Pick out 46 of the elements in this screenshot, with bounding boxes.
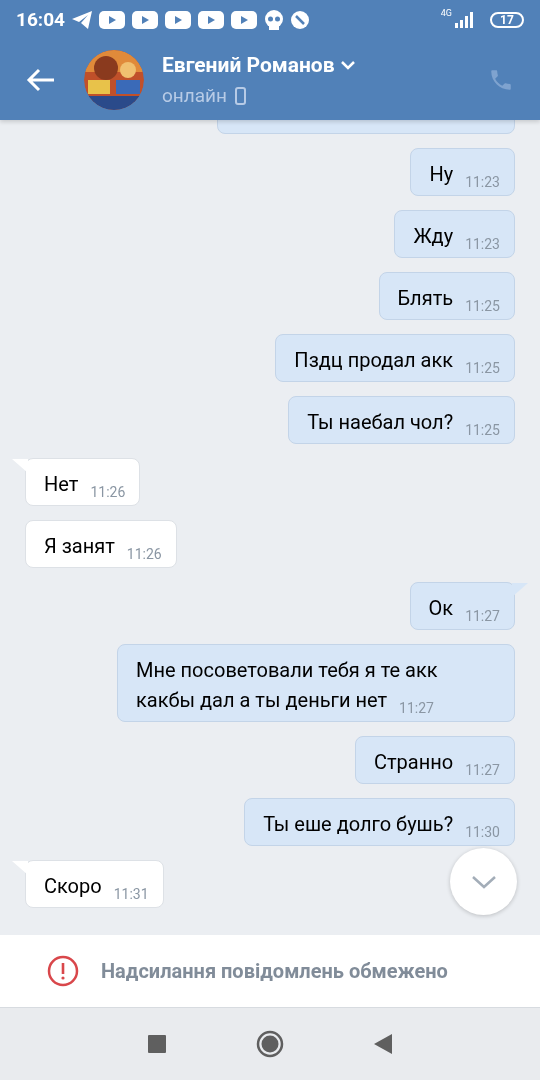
message-time: 11:25 (465, 299, 500, 313)
message-time: 11:25 (465, 361, 500, 375)
phone-icon (235, 86, 247, 105)
message-time: 11:26 (126, 547, 162, 561)
contact-name[interactable]: Евгений Романов (162, 50, 335, 82)
video-icon (131, 11, 158, 29)
home-icon[interactable] (256, 1030, 284, 1058)
online-status: онлайн (162, 82, 228, 109)
message-text: Мне посоветовали тебя я те акк какбы дал а ты деньги нет 11:27 (136, 657, 439, 715)
video-icon (230, 11, 257, 29)
message-text: Ты наебал чол? 11:25 (307, 409, 500, 437)
battery-indicator: 17 (490, 12, 524, 28)
message-time: 11:30 (465, 825, 500, 839)
message-text: Скоро 11:31 (44, 873, 149, 901)
message-time: 11:27 (465, 763, 500, 777)
video-icon (164, 11, 191, 29)
message-text: Пздц продал акк 11:25 (294, 347, 500, 375)
message-time: 11:27 (465, 609, 500, 623)
chevron-down-icon (470, 874, 497, 889)
message-time: 11:23 (465, 175, 500, 189)
video-icon (98, 11, 125, 29)
video-icon (197, 11, 224, 29)
signal-icon (453, 12, 475, 28)
back-triangle-icon[interactable] (374, 1034, 392, 1054)
network-type: 4G (440, 9, 452, 18)
message-text: Я занят 11:26 (44, 533, 162, 561)
message-text: Ок 11:27 (428, 595, 500, 623)
message-text: Блять 11:25 (397, 285, 500, 313)
paper-plane-icon (71, 11, 92, 29)
back-arrow-icon[interactable] (26, 68, 56, 92)
message-time: 11:27 (399, 701, 434, 715)
message-text: Ты еше долго бушь? 11:30 (263, 811, 500, 839)
message-time: 11:26 (90, 485, 126, 499)
message-text: Нет 11:26 (44, 471, 126, 499)
message-time: 11:31 (113, 887, 149, 901)
message-time: 11:25 (465, 423, 500, 437)
restriction-text: Надсилання повідомлень обмежено (101, 958, 448, 985)
blocked-icon (290, 11, 309, 29)
exclamation-icon (47, 955, 79, 987)
chevron-down-icon[interactable] (340, 61, 355, 71)
message-text: Жду 11:23 (413, 223, 500, 251)
message-time: 11:23 (465, 237, 500, 251)
message-text: Странно 11:27 (373, 749, 500, 777)
status-time: 16:04 (16, 6, 65, 33)
skull-icon (263, 10, 284, 30)
message-text: Ну 11:23 (429, 161, 500, 189)
